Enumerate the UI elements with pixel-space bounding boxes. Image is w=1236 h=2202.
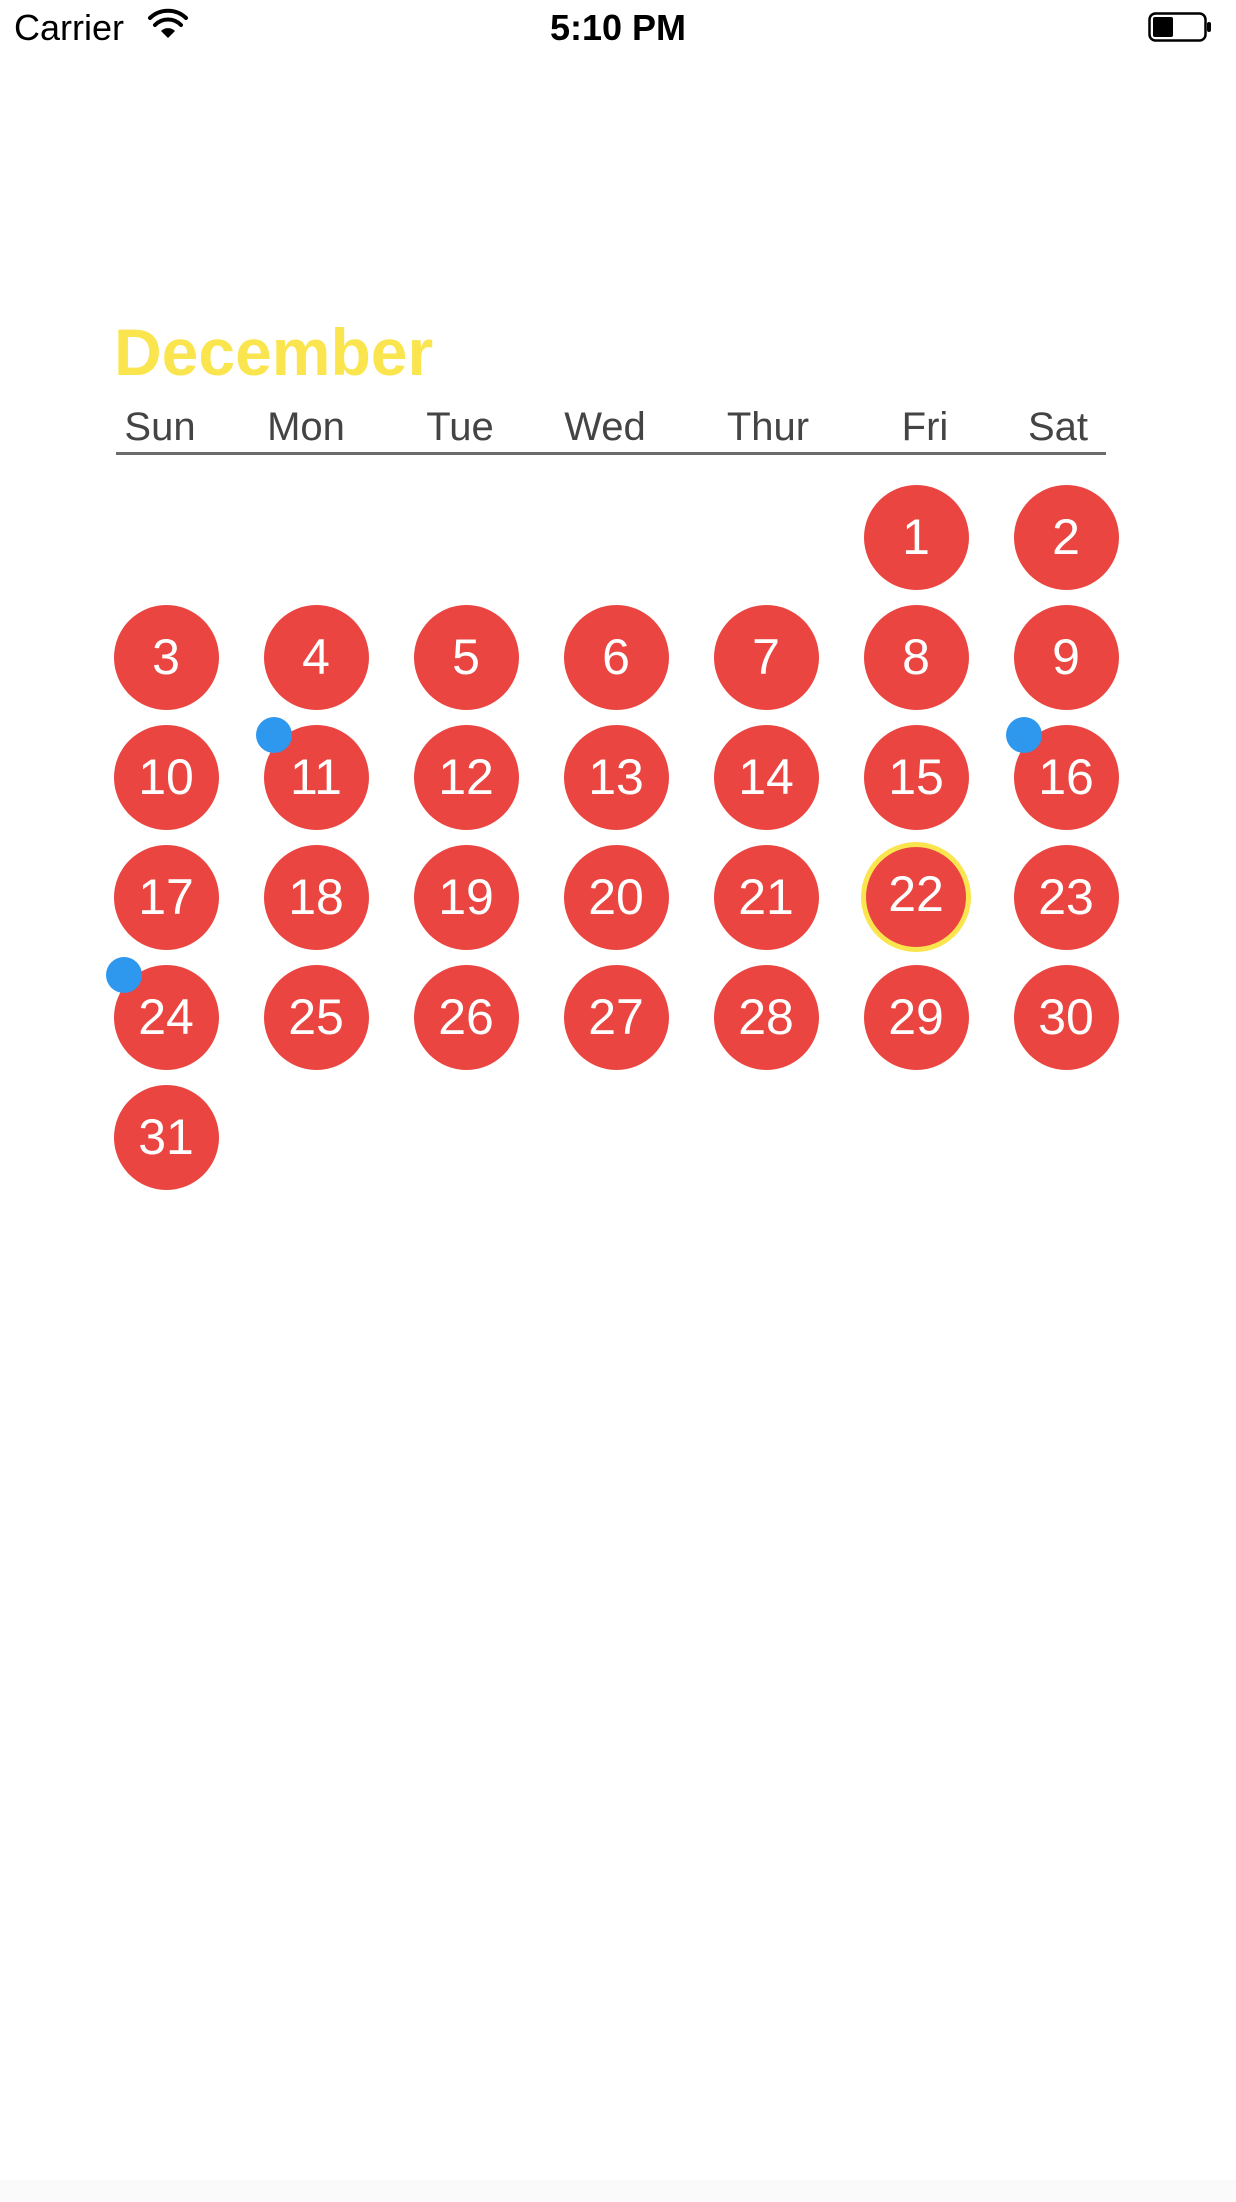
weekday-sun: Sun (124, 405, 196, 449)
day-cell-10[interactable]: 10 (113, 724, 219, 830)
day-cell-19[interactable]: 19 (413, 844, 519, 950)
day-cell-5[interactable]: 5 (413, 604, 519, 710)
day-cell-27[interactable]: 27 (563, 964, 669, 1070)
weekday-mon: Mon (267, 405, 345, 449)
day-cell-14[interactable]: 14 (713, 724, 819, 830)
battery-icon (1148, 12, 1211, 42)
day-cell-7[interactable]: 7 (713, 604, 819, 710)
day-cell-29[interactable]: 29 (863, 964, 969, 1070)
day-cell-17[interactable]: 17 (113, 844, 219, 950)
event-indicator-icon (256, 717, 292, 753)
weekday-wed: Wed (564, 405, 646, 449)
bottom-edge (0, 2180, 1236, 2202)
weekday-tue: Tue (426, 405, 494, 449)
day-cell-6[interactable]: 6 (563, 604, 669, 710)
day-cell-13[interactable]: 13 (563, 724, 669, 830)
day-cell-25[interactable]: 25 (263, 964, 369, 1070)
day-cell-1[interactable]: 1 (863, 484, 969, 590)
weekday-thur: Thur (726, 405, 810, 449)
clock: 5:10 PM (549, 7, 687, 48)
weekday-fri: Fri (901, 405, 949, 449)
event-indicator-icon (1006, 717, 1042, 753)
day-cell-20[interactable]: 20 (563, 844, 669, 950)
day-cell-28[interactable]: 28 (713, 964, 819, 1070)
day-cell-31[interactable]: 31 (113, 1084, 219, 1190)
day-cell-23[interactable]: 23 (1013, 844, 1119, 950)
weekday-header: Sun Mon Tue Wed Thur Fri Sat (114, 400, 1114, 454)
day-cell-18[interactable]: 18 (263, 844, 369, 950)
day-cell-3[interactable]: 3 (113, 604, 219, 710)
day-cell-8[interactable]: 8 (863, 604, 969, 710)
status-bar: Carrier 5:10 PM (0, 0, 1236, 56)
day-cell-12[interactable]: 12 (413, 724, 519, 830)
day-cell-15[interactable]: 15 (863, 724, 969, 830)
day-cell-2[interactable]: 2 (1013, 484, 1119, 590)
month-title: December (114, 315, 434, 389)
day-cell-26[interactable]: 26 (413, 964, 519, 1070)
day-cell-21[interactable]: 21 (713, 844, 819, 950)
day-cell-9[interactable]: 9 (1013, 604, 1119, 710)
day-cell-4[interactable]: 4 (263, 604, 369, 710)
weekday-divider (116, 452, 1106, 455)
day-cell-30[interactable]: 30 (1013, 964, 1119, 1070)
weekday-sat: Sat (1027, 405, 1089, 449)
event-indicator-icon (106, 957, 142, 993)
day-cell-22-selected[interactable]: 22 (861, 842, 971, 952)
